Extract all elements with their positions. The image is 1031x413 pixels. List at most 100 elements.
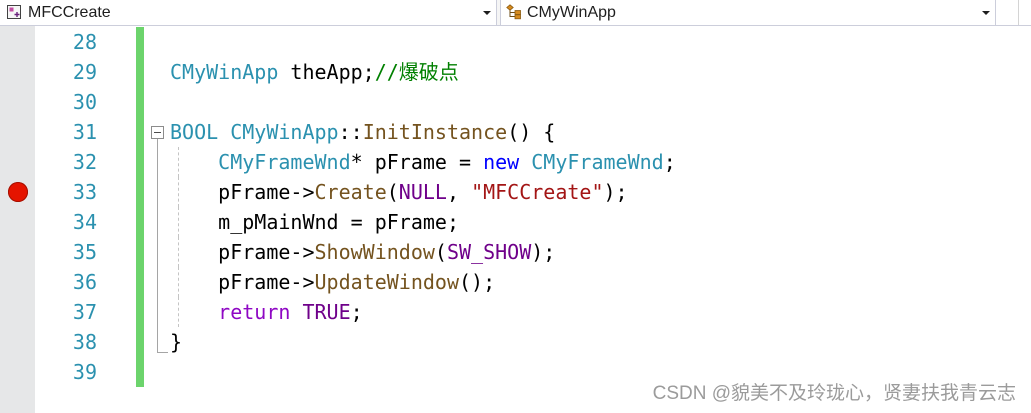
outline-margin-cell xyxy=(144,87,170,117)
chevron-down-icon[interactable] xyxy=(483,11,491,15)
code-token: Create xyxy=(314,180,387,204)
code-line[interactable]: 34 m_pMainWnd = pFrame; xyxy=(0,207,1031,237)
outline-margin-cell xyxy=(144,117,170,147)
code-text[interactable]: pFrame->Create(NULL, "MFCCreate"); xyxy=(170,177,1031,207)
outline-margin-cell xyxy=(144,27,170,57)
class-icon-graphic xyxy=(506,4,521,20)
code-token: BOOL xyxy=(170,120,219,144)
code-token: pFrame-> xyxy=(170,180,315,204)
line-number[interactable]: 38 xyxy=(35,327,97,357)
glyph-margin-cell[interactable] xyxy=(0,267,35,297)
glyph-margin-cell[interactable] xyxy=(0,87,35,117)
code-token: ; xyxy=(663,150,676,174)
line-number[interactable]: 28 xyxy=(35,27,97,57)
code-text[interactable]: CMyFrameWnd* pFrame = new CMyFrameWnd; xyxy=(170,147,1031,177)
glyph-margin-cell[interactable] xyxy=(0,297,35,327)
collapse-minus-icon[interactable] xyxy=(144,117,170,147)
code-line[interactable]: 33 pFrame->Create(NULL, "MFCCreate"); xyxy=(0,177,1031,207)
line-number[interactable]: 36 xyxy=(35,267,97,297)
line-number[interactable]: 39 xyxy=(35,357,97,387)
code-line[interactable]: 32 CMyFrameWnd* pFrame = new CMyFrameWnd… xyxy=(0,147,1031,177)
chevron-down-icon[interactable] xyxy=(982,11,990,15)
glyph-margin-cell[interactable] xyxy=(0,177,35,207)
icon-connector xyxy=(509,10,515,17)
code-token: ShowWindow xyxy=(314,240,435,264)
code-text[interactable] xyxy=(170,27,1031,57)
project-dropdown[interactable]: MFCCreate xyxy=(0,0,497,25)
line-number[interactable]: 37 xyxy=(35,297,97,327)
glyph-margin-cell[interactable] xyxy=(0,117,35,147)
glyph-margin-cell[interactable] xyxy=(0,357,35,387)
code-text[interactable] xyxy=(170,87,1031,117)
code-line[interactable]: 36 pFrame->UpdateWindow(); xyxy=(0,267,1031,297)
code-text[interactable]: } xyxy=(170,327,1031,357)
line-number[interactable]: 30 xyxy=(35,87,97,117)
outline-margin-cell xyxy=(144,147,170,177)
change-tracking-marker xyxy=(136,27,144,57)
code-lines[interactable]: 28 29 CMyWinApp theApp;//爆破点 30 31 BOOL CMyWi… xyxy=(0,27,1031,387)
outline-line-icon xyxy=(144,297,170,327)
change-tracking-marker xyxy=(136,357,144,387)
navbar-splitter[interactable] xyxy=(996,0,1031,25)
glyph-margin-cell[interactable] xyxy=(0,207,35,237)
outline-margin-cell xyxy=(144,57,170,87)
glyph-margin-cell[interactable] xyxy=(0,57,35,87)
code-token: CMyFrameWnd xyxy=(218,150,351,174)
code-text[interactable]: CMyWinApp theApp;//爆破点 xyxy=(170,57,1031,87)
line-number[interactable]: 34 xyxy=(35,207,97,237)
line-number[interactable]: 31 xyxy=(35,117,97,147)
code-line[interactable]: 29 CMyWinApp theApp;//爆破点 xyxy=(0,57,1031,87)
code-line[interactable]: 30 xyxy=(0,87,1031,117)
code-line[interactable]: 37 return TRUE; xyxy=(0,297,1031,327)
breakpoint-icon[interactable] xyxy=(8,182,28,202)
code-line[interactable]: 28 xyxy=(0,27,1031,57)
code-token: //爆破点 xyxy=(374,60,459,84)
outline-margin-cell xyxy=(144,297,170,327)
code-token: CMyFrameWnd xyxy=(531,150,664,174)
glyph-margin-cell[interactable] xyxy=(0,327,35,357)
watermark-text: CSDN @貌美不及玲珑心，贤妻扶我青云志 xyxy=(652,383,1016,404)
code-editor[interactable]: 28 29 CMyWinApp theApp;//爆破点 30 31 BOOL CMyWi… xyxy=(0,26,1031,413)
code-line[interactable]: 35 pFrame->ShowWindow(SW_SHOW); xyxy=(0,237,1031,267)
change-tracking-marker xyxy=(136,177,144,207)
class-icon xyxy=(506,4,522,20)
code-token: ); xyxy=(531,240,556,264)
icon-node xyxy=(514,14,521,20)
outline-line-icon xyxy=(144,267,170,297)
code-token: theApp; xyxy=(278,60,375,84)
line-number[interactable]: 33 xyxy=(35,177,97,207)
code-token: ; xyxy=(350,300,363,324)
code-text[interactable]: BOOL CMyWinApp::InitInstance() { xyxy=(170,117,1031,147)
code-line[interactable]: 31 BOOL CMyWinApp::InitInstance() { xyxy=(0,117,1031,147)
line-number[interactable]: 35 xyxy=(35,237,97,267)
line-number[interactable]: 32 xyxy=(35,147,97,177)
code-token: :: xyxy=(338,120,363,144)
code-token: , xyxy=(446,180,472,204)
code-token: return xyxy=(218,300,291,324)
code-token: CMyWinApp xyxy=(170,60,279,84)
glyph-margin-cell[interactable] xyxy=(0,27,35,57)
line-number[interactable]: 29 xyxy=(35,57,97,87)
code-token: ); xyxy=(603,180,628,204)
code-token: NULL xyxy=(398,180,447,204)
outline-margin-cell xyxy=(144,327,170,357)
code-text[interactable]: pFrame->ShowWindow(SW_SHOW); xyxy=(170,237,1031,267)
code-text[interactable]: return TRUE; xyxy=(170,297,1031,327)
outline-margin-cell xyxy=(144,177,170,207)
type-dropdown[interactable]: CMyWinApp xyxy=(500,0,996,25)
glyph-margin-cell[interactable] xyxy=(0,147,35,177)
code-text[interactable]: pFrame->UpdateWindow(); xyxy=(170,267,1031,297)
code-text[interactable]: m_pMainWnd = pFrame; xyxy=(170,207,1031,237)
code-token: } xyxy=(170,330,183,354)
glyph-margin-cell[interactable] xyxy=(0,237,35,267)
change-tracking-marker xyxy=(136,147,144,177)
icon-node xyxy=(514,10,521,15)
code-token: UpdateWindow xyxy=(314,270,460,294)
icon-node xyxy=(506,4,514,11)
change-tracking-marker xyxy=(136,87,144,117)
code-line[interactable]: 38} xyxy=(0,327,1031,357)
change-tracking-marker xyxy=(136,237,144,267)
navigation-bar: MFCCreate CMyWinApp xyxy=(0,0,1031,26)
